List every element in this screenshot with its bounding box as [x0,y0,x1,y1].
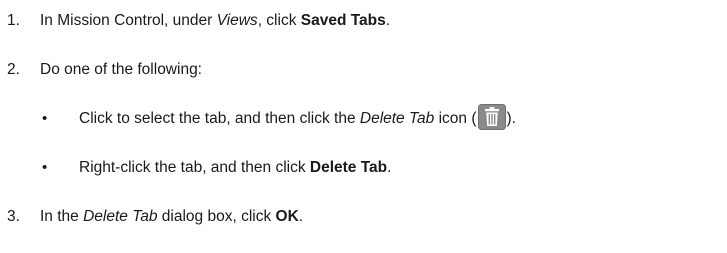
bullet-marker: • [42,110,48,127]
trash-can-icon [477,103,506,130]
step-number: 1. [7,12,20,29]
delete-tab-label: Delete Tab [359,110,435,127]
step-text: In the Delete Tab dialog box, click OK. [40,208,304,225]
step-number: 2. [7,61,20,78]
bullet-marker: • [42,159,48,176]
saved-tabs-label: Saved Tabs [300,12,386,29]
bullet-1: • Click to select the tab, and then clic… [0,103,727,134]
views-label: Views [216,12,258,29]
step-number: 3. [7,208,20,225]
delete-tab-command: Delete Tab [309,159,388,176]
bullet-text: Right-click the tab, and then click Dele… [79,159,392,176]
step-2: 2. Do one of the following: [0,55,727,85]
bullet-2: • Right-click the tab, and then click De… [0,153,727,183]
step-text: Do one of the following: [40,61,202,78]
bullet-text: Click to select the tab, and then click … [79,103,516,134]
step-text: In Mission Control, under Views, click S… [40,12,391,29]
delete-tab-dialog-label: Delete Tab [83,208,158,225]
step-1: 1. In Mission Control, under Views, clic… [0,6,727,36]
ok-label: OK [275,208,299,225]
step-3: 3. In the Delete Tab dialog box, click O… [0,202,727,232]
